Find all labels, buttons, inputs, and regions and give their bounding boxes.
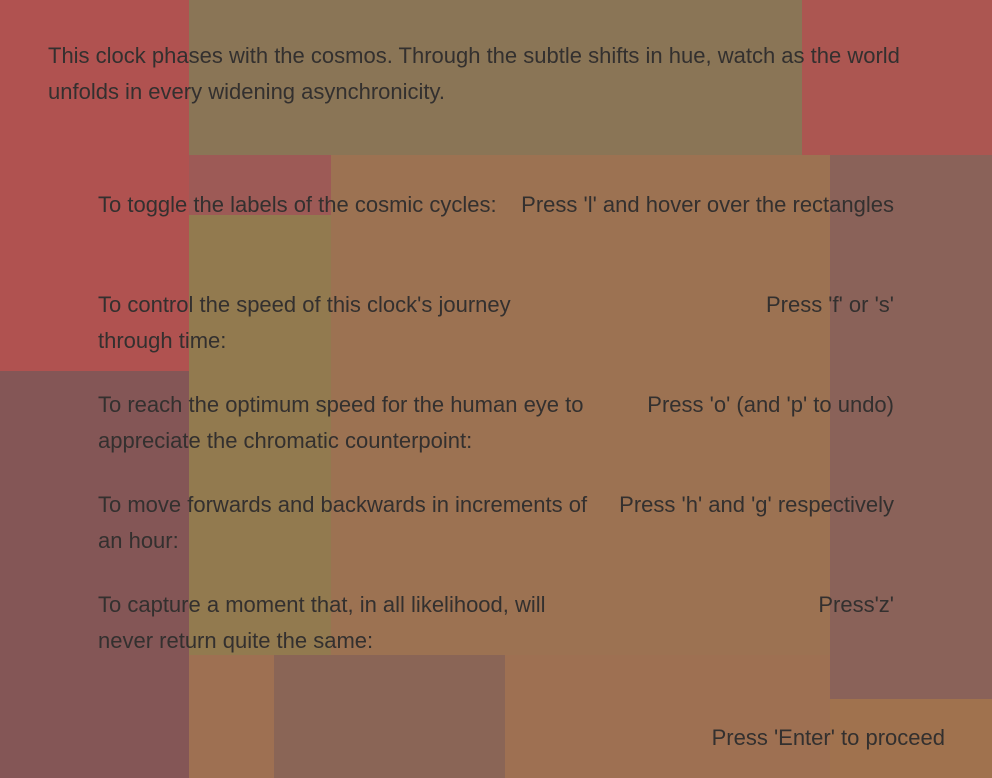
instruction-label: To reach the optimum speed for the human… — [98, 392, 584, 453]
proceed-prompt: Press 'Enter' to proceed — [711, 725, 945, 750]
instruction-key: Press 'h' and 'g' respectively — [619, 492, 894, 517]
instruction-label: To move forwards and backwards in increm… — [98, 492, 588, 553]
instruction-key: Press'z' — [818, 592, 894, 617]
instructions-overlay: This clock phases with the cosmos. Throu… — [0, 0, 992, 778]
intro-text: This clock phases with the cosmos. Throu… — [48, 43, 900, 104]
instruction-key: Press 'l' and hover over the rectangles — [521, 192, 894, 217]
instruction-key: Press 'o' (and 'p' to undo) — [647, 392, 894, 417]
instruction-key: Press 'f' or 's' — [765, 292, 894, 317]
instruction-label: To capture a moment that, in all likelih… — [98, 592, 546, 653]
instruction-label: To control the speed of this clock's jou… — [98, 292, 511, 353]
